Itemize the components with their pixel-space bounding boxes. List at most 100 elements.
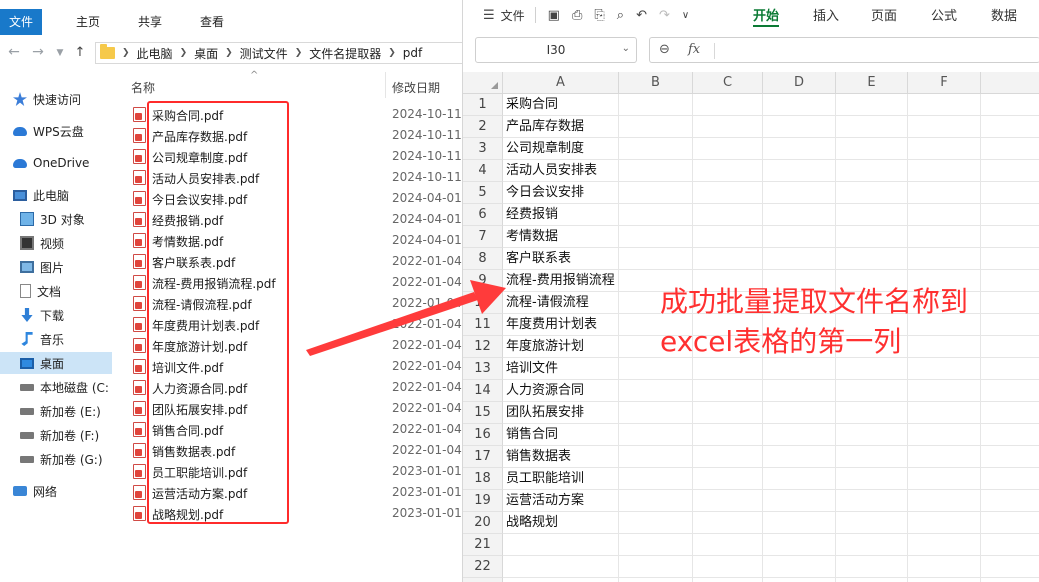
print-preview-icon[interactable]: ⌕: [617, 8, 624, 23]
row-header[interactable]: 12: [463, 336, 503, 358]
ribbon-tab-share[interactable]: 共享: [126, 9, 174, 35]
tab-insert[interactable]: 插入: [813, 5, 839, 24]
cell-a[interactable]: 员工职能培训: [506, 468, 584, 490]
row-header[interactable]: 22: [463, 556, 503, 578]
breadcrumb-test-files[interactable]: 测试文件: [240, 45, 288, 62]
column-divider[interactable]: [385, 72, 386, 98]
tab-formula[interactable]: 公式: [931, 5, 957, 24]
zoom-icon[interactable]: ⊖: [659, 42, 670, 57]
file-row[interactable]: 年度旅游计划.pdf 2022-01-04: [112, 335, 462, 356]
row-header[interactable]: 14: [463, 380, 503, 402]
tab-data[interactable]: 数据: [991, 5, 1017, 24]
cell-a[interactable]: 销售合同: [506, 424, 558, 446]
file-row[interactable]: 销售合同.pdf 2022-01-04: [112, 419, 462, 440]
file-row[interactable]: 培训文件.pdf 2022-01-04: [112, 356, 462, 377]
file-row[interactable]: 流程-费用报销流程.pdf 2022-01-04: [112, 272, 462, 293]
row-header[interactable]: 18: [463, 468, 503, 490]
breadcrumb-extractor[interactable]: 文件名提取器: [309, 45, 381, 62]
row-header[interactable]: 10: [463, 292, 503, 314]
tab-page[interactable]: 页面: [871, 5, 897, 24]
ribbon-tab-home[interactable]: 主页: [64, 9, 112, 35]
address-bar[interactable]: ❯ 此电脑 ❯ 桌面 ❯ 测试文件 ❯ 文件名提取器 ❯ pdf: [95, 42, 462, 64]
cell-a[interactable]: 人力资源合同: [506, 380, 584, 402]
column-header[interactable]: F: [908, 72, 981, 94]
redo-icon[interactable]: ↷: [659, 8, 670, 23]
cell-a[interactable]: 考情数据: [506, 226, 558, 248]
function-icon[interactable]: fx: [688, 42, 700, 57]
file-row[interactable]: 员工职能培训.pdf 2023-01-01: [112, 461, 462, 482]
column-header[interactable]: A: [503, 72, 619, 94]
sidebar-item[interactable]: 新加卷 (E:): [0, 400, 112, 422]
column-header-name[interactable]: 名称: [131, 79, 155, 96]
row-header[interactable]: 7: [463, 226, 503, 248]
cell-a[interactable]: 战略规划: [506, 512, 558, 534]
forward-arrow-icon[interactable]: →: [30, 44, 46, 60]
print-icon[interactable]: ⎘: [594, 8, 604, 23]
cell-a[interactable]: 团队拓展安排: [506, 402, 584, 424]
cell-a[interactable]: 培训文件: [506, 358, 558, 380]
file-row[interactable]: 年度费用计划表.pdf 2022-01-04: [112, 314, 462, 335]
row-header[interactable]: 5: [463, 182, 503, 204]
select-all-corner[interactable]: [463, 72, 503, 94]
name-box[interactable]: I30 ⌄: [475, 37, 637, 63]
sidebar-item[interactable]: 此电脑: [0, 184, 112, 206]
hamburger-menu-icon[interactable]: ☰: [483, 8, 495, 23]
file-row[interactable]: 运营活动方案.pdf 2023-01-01: [112, 482, 462, 503]
sidebar-item[interactable]: 音乐: [0, 328, 112, 350]
sidebar-item[interactable]: 下载: [0, 304, 112, 326]
row-header[interactable]: 21: [463, 534, 503, 556]
file-row[interactable]: 经费报销.pdf 2024-04-01: [112, 209, 462, 230]
sidebar-item[interactable]: 快速访问: [0, 88, 112, 110]
breadcrumb-this-pc[interactable]: 此电脑: [137, 45, 173, 62]
file-row[interactable]: 今日会议安排.pdf 2024-04-01: [112, 188, 462, 209]
cell-a[interactable]: 年度旅游计划: [506, 336, 584, 358]
cell-a[interactable]: 公司规章制度: [506, 138, 584, 160]
file-row[interactable]: 产品库存数据.pdf 2024-10-11: [112, 125, 462, 146]
column-header[interactable]: B: [619, 72, 693, 94]
cell-a[interactable]: 销售数据表: [506, 446, 571, 468]
sidebar-item[interactable]: OneDrive: [0, 152, 112, 174]
file-row[interactable]: 采购合同.pdf 2024-10-11: [112, 104, 462, 125]
menu-file[interactable]: 文件: [501, 7, 525, 24]
sidebar-item[interactable]: WPS云盘: [0, 120, 112, 142]
file-row[interactable]: 考情数据.pdf 2024-04-01: [112, 230, 462, 251]
cell-a[interactable]: 客户联系表: [506, 248, 571, 270]
cell-a[interactable]: 运营活动方案: [506, 490, 584, 512]
sidebar-item[interactable]: 桌面: [0, 352, 112, 374]
save-icon[interactable]: ▣: [548, 8, 560, 23]
row-header[interactable]: 2: [463, 116, 503, 138]
sidebar-item[interactable]: 文档: [0, 280, 112, 302]
ribbon-tab-file[interactable]: 文件: [0, 9, 43, 35]
sidebar-item[interactable]: 本地磁盘 (C:: [0, 376, 112, 398]
back-arrow-icon[interactable]: ←: [6, 44, 22, 60]
column-header[interactable]: C: [693, 72, 763, 94]
sidebar-item[interactable]: 网络: [0, 480, 112, 502]
sidebar-item[interactable]: 图片: [0, 256, 112, 278]
column-header[interactable]: E: [836, 72, 908, 94]
row-header[interactable]: 3: [463, 138, 503, 160]
cell-a[interactable]: 活动人员安排表: [506, 160, 597, 182]
row-header[interactable]: 11: [463, 314, 503, 336]
row-header[interactable]: 15: [463, 402, 503, 424]
row-header[interactable]: 8: [463, 248, 503, 270]
sidebar-item[interactable]: 视频: [0, 232, 112, 254]
row-header[interactable]: 13: [463, 358, 503, 380]
cell-a[interactable]: 经费报销: [506, 204, 558, 226]
export-icon[interactable]: ⎙: [572, 8, 582, 23]
more-chevron-down-icon[interactable]: ∨: [682, 10, 689, 21]
column-header[interactable]: D: [763, 72, 836, 94]
row-header[interactable]: 20: [463, 512, 503, 534]
row-header[interactable]: 23: [463, 578, 503, 582]
file-row[interactable]: 客户联系表.pdf 2022-01-04: [112, 251, 462, 272]
row-header[interactable]: 1: [463, 94, 503, 116]
row-header[interactable]: 17: [463, 446, 503, 468]
cell-a[interactable]: 采购合同: [506, 94, 558, 116]
row-header[interactable]: 16: [463, 424, 503, 446]
tab-home[interactable]: 开始: [753, 5, 779, 24]
file-row[interactable]: 销售数据表.pdf 2022-01-04: [112, 440, 462, 461]
file-row[interactable]: 人力资源合同.pdf 2022-01-04: [112, 377, 462, 398]
row-header[interactable]: 19: [463, 490, 503, 512]
ribbon-tab-view[interactable]: 查看: [188, 9, 236, 35]
row-header[interactable]: 9: [463, 270, 503, 292]
file-row[interactable]: 团队拓展安排.pdf 2022-01-04: [112, 398, 462, 419]
